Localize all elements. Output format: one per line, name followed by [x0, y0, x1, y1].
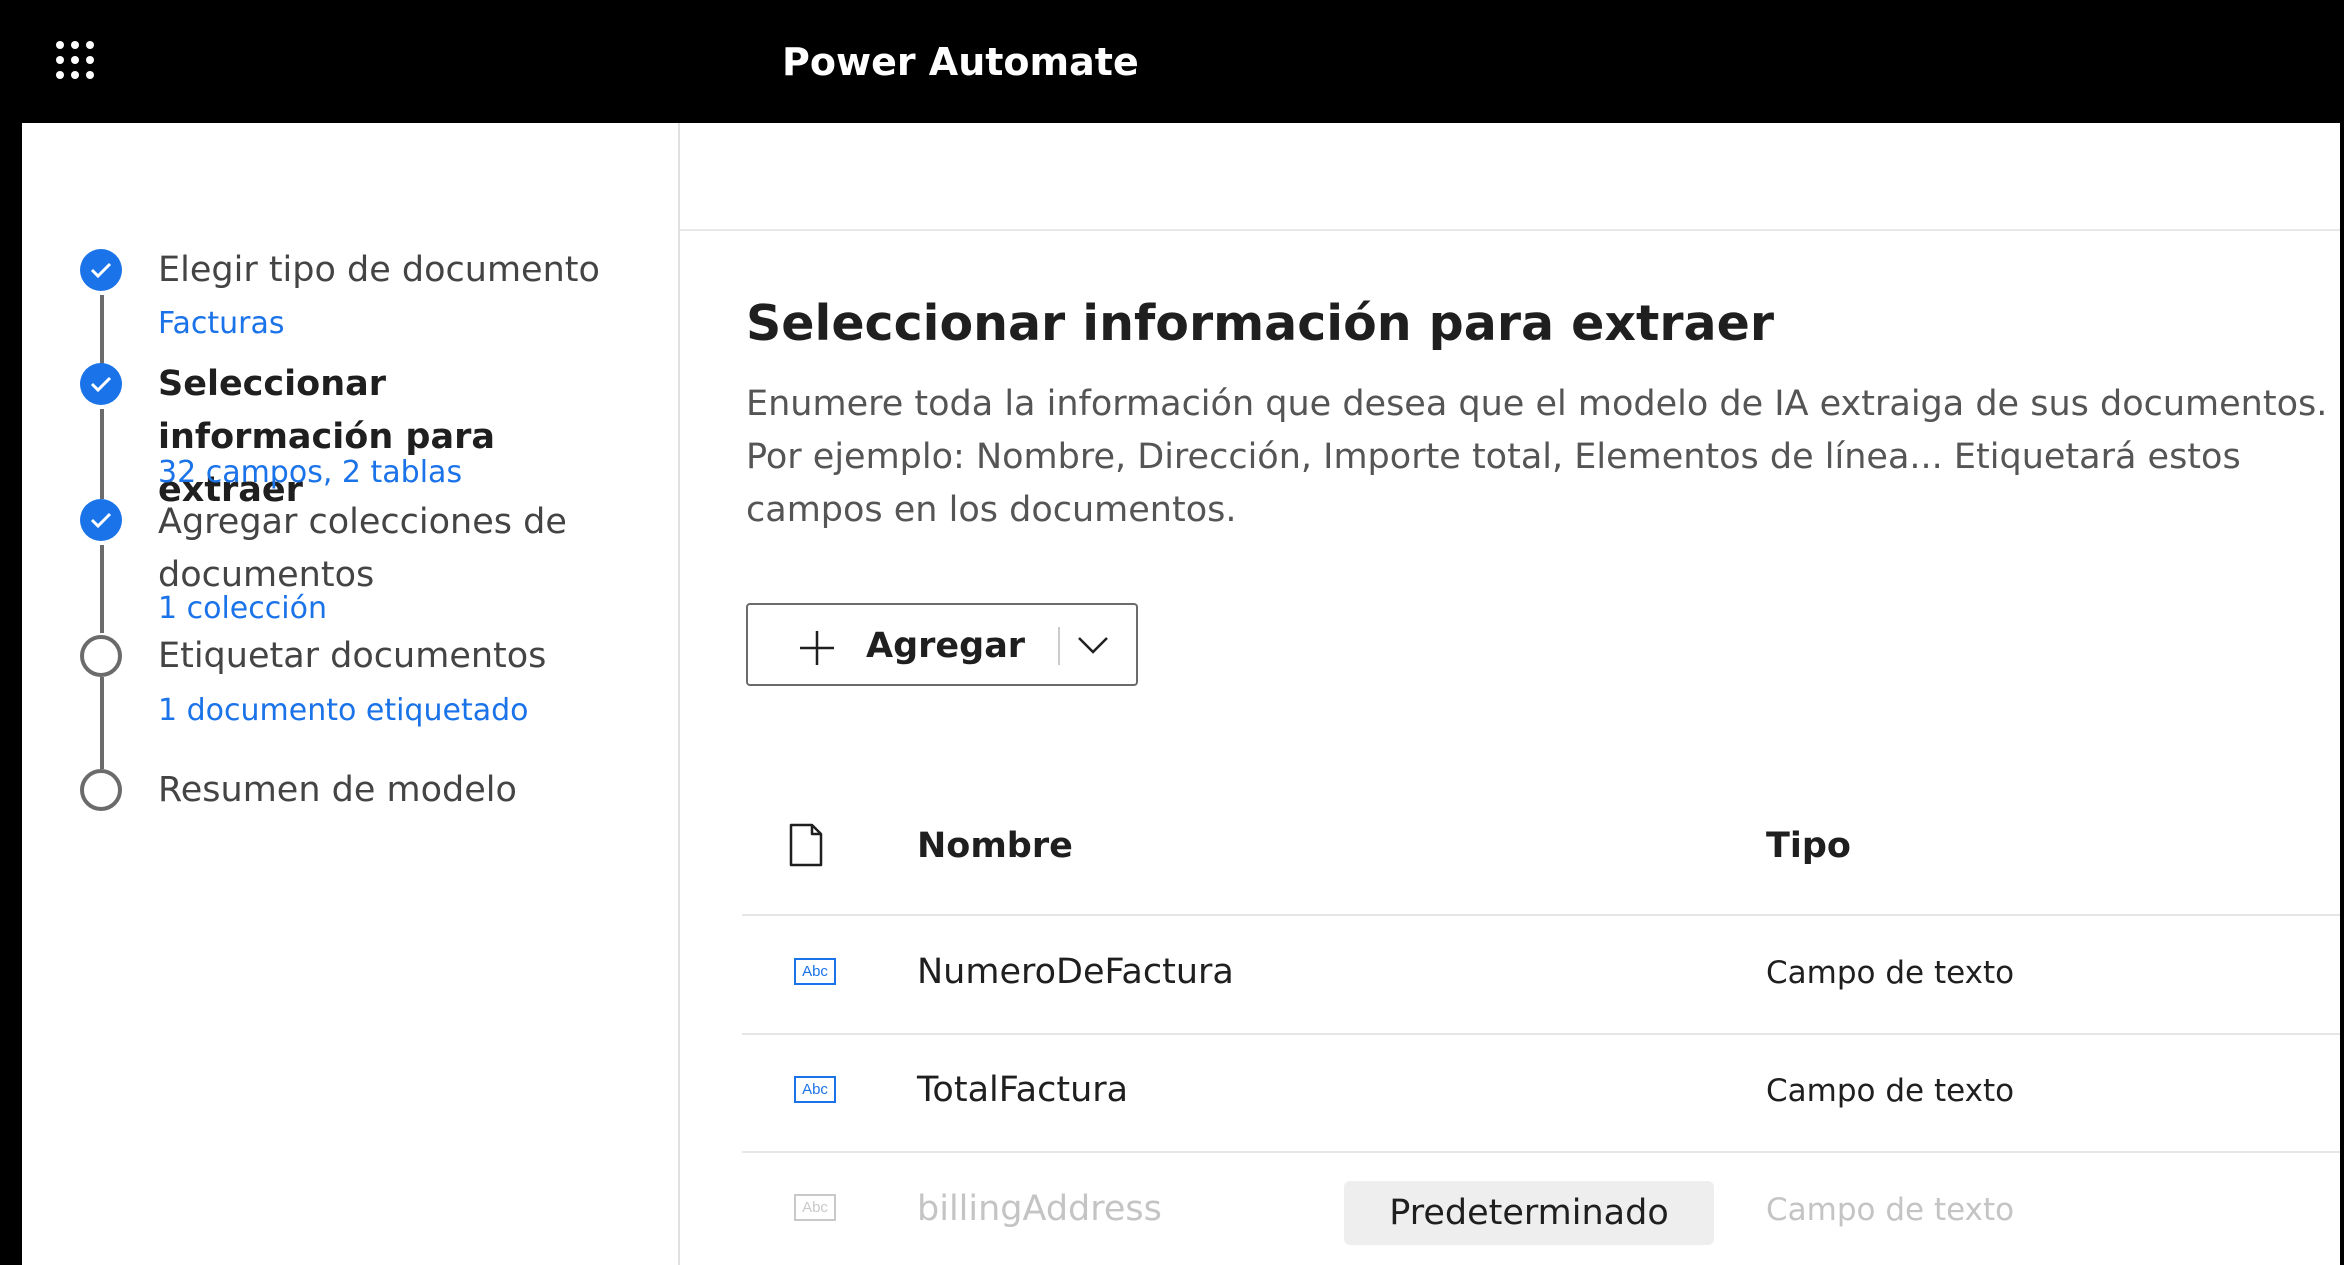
document-icon	[789, 823, 823, 867]
row-divider	[742, 1151, 2340, 1153]
step-connector	[100, 409, 104, 499]
column-header-type[interactable]: Tipo	[1766, 823, 1851, 869]
step-link-fields[interactable]: 32 campos, 2 tablas	[158, 453, 462, 493]
column-header-name[interactable]: Nombre	[917, 823, 1073, 869]
top-bar: Power Automate	[22, 8, 2340, 123]
table-row-type: Campo de texto	[1766, 1073, 2015, 1109]
step-link-facturas[interactable]: Facturas	[158, 304, 285, 344]
app-window: Power Automate Elegir tipo de documento …	[22, 8, 2340, 1265]
wizard-steps-sidebar: Elegir tipo de documento Facturas Selecc…	[22, 123, 680, 1265]
row-divider	[742, 1033, 2340, 1035]
split-divider	[1058, 627, 1060, 665]
step-completed-check-icon	[80, 249, 122, 291]
table-row-name[interactable]: NumeroDeFactura	[917, 949, 1234, 995]
step-completed-check-icon	[80, 499, 122, 541]
main-content: Seleccionar información para extraer Enu…	[680, 123, 2340, 1265]
add-button-label: Agregar	[866, 626, 1026, 666]
row-divider	[742, 914, 2340, 916]
table-row-type: Campo de texto	[1766, 1192, 2015, 1228]
text-field-icon: Abc	[794, 1076, 836, 1103]
app-title: Power Automate	[782, 40, 1139, 84]
step-title-label-docs[interactable]: Etiquetar documentos	[158, 630, 546, 683]
page-description: Enumere toda la información que desea qu…	[746, 384, 2328, 530]
step-title-document-type[interactable]: Elegir tipo de documento	[158, 244, 600, 297]
text-field-icon: Abc	[794, 1194, 836, 1221]
step-connector	[100, 677, 104, 769]
page-title: Seleccionar información para extraer	[746, 295, 1774, 352]
chevron-down-icon[interactable]	[1077, 633, 1109, 657]
default-badge: Predeterminado	[1344, 1181, 1714, 1245]
step-title-collections[interactable]: Agregar colecciones de documentos	[158, 496, 598, 602]
table-row-name[interactable]: TotalFactura	[917, 1067, 1128, 1113]
waffle-icon[interactable]	[51, 36, 99, 84]
add-button[interactable]: Agregar	[746, 603, 1138, 686]
step-pending-circle-icon	[80, 769, 122, 811]
step-completed-check-icon	[80, 363, 122, 405]
step-link-collections[interactable]: 1 colección	[158, 589, 327, 629]
step-link-labeled[interactable]: 1 documento etiquetado	[158, 691, 529, 731]
table-row-type: Campo de texto	[1766, 955, 2015, 991]
text-field-icon: Abc	[794, 958, 836, 985]
step-title-select-info[interactable]: Seleccionar información para extraer	[158, 358, 598, 517]
divider	[680, 229, 2340, 231]
table-row-name: billingAddress	[917, 1189, 1162, 1229]
step-title-summary[interactable]: Resumen de modelo	[158, 764, 517, 817]
step-connector	[100, 545, 104, 633]
plus-icon	[800, 631, 834, 665]
step-connector	[100, 295, 104, 367]
step-pending-circle-icon	[80, 635, 122, 677]
